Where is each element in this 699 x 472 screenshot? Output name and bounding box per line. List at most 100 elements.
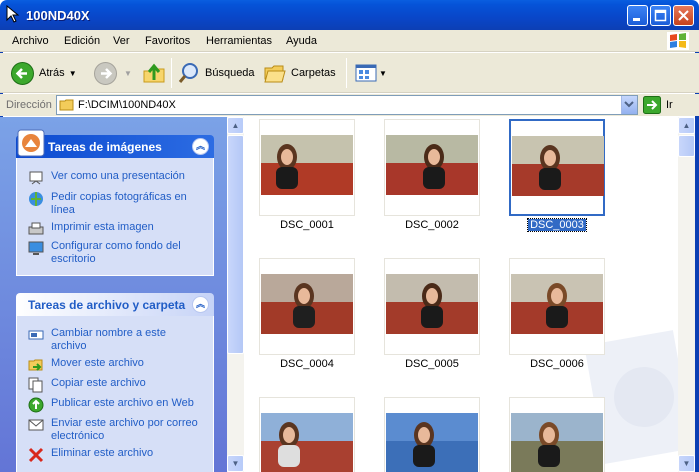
task-label: Enviar este archivo por correo electróni… — [51, 417, 198, 442]
views-dropdown-icon[interactable]: ▼ — [379, 69, 387, 78]
folders-icon — [264, 65, 286, 83]
photo-thumbnail-image — [261, 274, 353, 334]
address-field[interactable]: F:\DCIM\100ND40X — [56, 95, 638, 115]
forward-dropdown-icon[interactable]: ▼ — [124, 69, 132, 78]
windows-logo-icon — [667, 32, 689, 50]
menu-ver[interactable]: Ver — [113, 35, 130, 47]
email-icon — [28, 419, 44, 431]
globe-icon — [28, 397, 44, 413]
title-bar[interactable]: 100ND40X — [0, 0, 699, 30]
go-button[interactable]: Ir — [643, 96, 673, 114]
file-name-label[interactable]: DSC_0001 — [247, 219, 367, 231]
file-name-label[interactable]: DSC_0002 — [372, 219, 492, 231]
menu-archivo[interactable]: Archivo — [12, 35, 49, 47]
photo-thumbnail-image — [511, 413, 603, 472]
delete-icon — [28, 447, 44, 463]
folder-icon — [59, 99, 74, 111]
scroll-up-arrow-icon[interactable]: ▲ — [678, 117, 695, 134]
photo-thumbnail-image — [512, 136, 604, 196]
scrollbar-thumb[interactable] — [678, 135, 695, 157]
task-label: Imprimir esta imagen — [51, 221, 154, 233]
toolbar: Atrás ▼ ▼ Búsqueda Carpetas ▼ — [0, 53, 699, 93]
photo-thumbnail-image — [386, 135, 478, 195]
thumbnail-tile[interactable] — [509, 397, 605, 472]
folders-label: Carpetas — [291, 67, 336, 79]
address-dropdown-button[interactable] — [621, 96, 637, 114]
image-tasks-header[interactable]: Tareas de imágenes ︽ — [16, 135, 214, 158]
thumbnail-tile[interactable] — [384, 119, 480, 216]
task-pane-scrollbar[interactable]: ▲ ▼ — [227, 117, 244, 472]
thumbnail-tile[interactable] — [384, 258, 480, 355]
thumbnail-tile[interactable] — [509, 119, 605, 216]
forward-button[interactable]: ▼ — [93, 59, 132, 87]
scroll-down-arrow-icon[interactable]: ▼ — [227, 455, 244, 472]
printer-icon — [28, 222, 44, 235]
back-button[interactable]: Atrás ▼ — [10, 59, 77, 87]
file-tasks-header[interactable]: Tareas de archivo y carpeta ︽ — [16, 293, 214, 316]
toolbar-separator — [346, 58, 347, 88]
task-label: Copiar este archivo — [51, 377, 146, 389]
task-label: Eliminar este archivo — [51, 447, 154, 459]
menu-bar: Archivo Edición Ver Favoritos Herramient… — [0, 30, 699, 52]
forward-arrow-icon — [94, 61, 117, 85]
file-name-text: DSC_0006 — [530, 358, 584, 370]
toolbar-separator — [171, 58, 172, 88]
views-button[interactable]: ▼ — [354, 59, 387, 87]
file-name-text: DSC_0004 — [280, 358, 334, 370]
collapse-chevron-icon[interactable]: ︽ — [192, 138, 209, 155]
menu-edicion[interactable]: Edición — [64, 35, 100, 47]
chevron-down-icon — [624, 101, 634, 108]
back-arrow-icon — [11, 61, 34, 85]
menu-herramientas[interactable]: Herramientas — [206, 35, 272, 47]
photo-thumbnail-image — [386, 413, 478, 472]
thumbnail-tile[interactable] — [259, 119, 355, 216]
search-label: Búsqueda — [205, 67, 255, 79]
maximize-button[interactable] — [650, 5, 671, 26]
back-dropdown-icon[interactable]: ▼ — [69, 69, 77, 78]
up-folder-icon — [143, 63, 165, 83]
task-label: Pedir copias fotográficas en línea — [51, 191, 187, 216]
task-label: Ver como una presentación — [51, 170, 185, 182]
task-pane: Tareas de imágenes ︽ Ver como una presen… — [0, 117, 227, 472]
photo-thumbnail-image — [386, 274, 478, 334]
file-name-text: DSC_0005 — [405, 358, 459, 370]
thumbnail-tile[interactable] — [259, 397, 355, 472]
close-icon — [678, 10, 689, 21]
order-prints-icon — [29, 192, 43, 206]
file-name-label[interactable]: DSC_0004 — [247, 358, 367, 370]
thumbnail-tile[interactable] — [509, 258, 605, 355]
task-label: Cambiar nombre a este archivo — [51, 327, 166, 352]
thumbnail-tile[interactable] — [259, 258, 355, 355]
image-tasks-title: Tareas de imágenes — [48, 140, 162, 154]
address-bar: Dirección F:\DCIM\100ND40X Ir — [0, 94, 699, 116]
menu-favoritos[interactable]: Favoritos — [145, 35, 190, 47]
file-name-label[interactable]: DSC_0003 — [497, 218, 617, 232]
window-title: 100ND40X — [26, 8, 90, 23]
go-label: Ir — [666, 99, 673, 111]
menu-ayuda[interactable]: Ayuda — [286, 35, 317, 47]
address-path: F:\DCIM\100ND40X — [78, 99, 176, 111]
scroll-down-arrow-icon[interactable]: ▼ — [678, 455, 695, 472]
address-label: Dirección — [6, 99, 52, 111]
file-view-scrollbar[interactable]: ▲ ▼ — [678, 117, 695, 472]
task-label: Publicar este archivo en Web — [51, 397, 194, 409]
thumbnail-tile[interactable] — [384, 397, 480, 472]
copy-icon — [28, 377, 43, 393]
close-button[interactable] — [673, 5, 694, 26]
up-folder-button[interactable] — [142, 59, 166, 87]
photo-thumbnail-image — [261, 413, 353, 472]
scrollbar-thumb[interactable] — [227, 135, 244, 354]
file-name-label[interactable]: DSC_0006 — [497, 358, 617, 370]
minimize-button[interactable] — [627, 5, 648, 26]
rename-icon — [28, 330, 44, 340]
collapse-chevron-icon[interactable]: ︽ — [192, 296, 209, 313]
folders-button[interactable]: Carpetas — [263, 59, 336, 87]
file-name-text: DSC_0002 — [405, 219, 459, 231]
file-tasks-title: Tareas de archivo y carpeta — [28, 298, 186, 312]
search-button[interactable]: Búsqueda — [177, 59, 255, 87]
file-view: DSC_0001 DSC_0002 DSC_0003 DSC_0004 DSC_0005… — [244, 117, 678, 472]
go-arrow-icon — [643, 96, 661, 114]
photo-thumbnail-image — [261, 135, 353, 195]
file-name-label[interactable]: DSC_0005 — [372, 358, 492, 370]
scroll-up-arrow-icon[interactable]: ▲ — [227, 117, 244, 134]
